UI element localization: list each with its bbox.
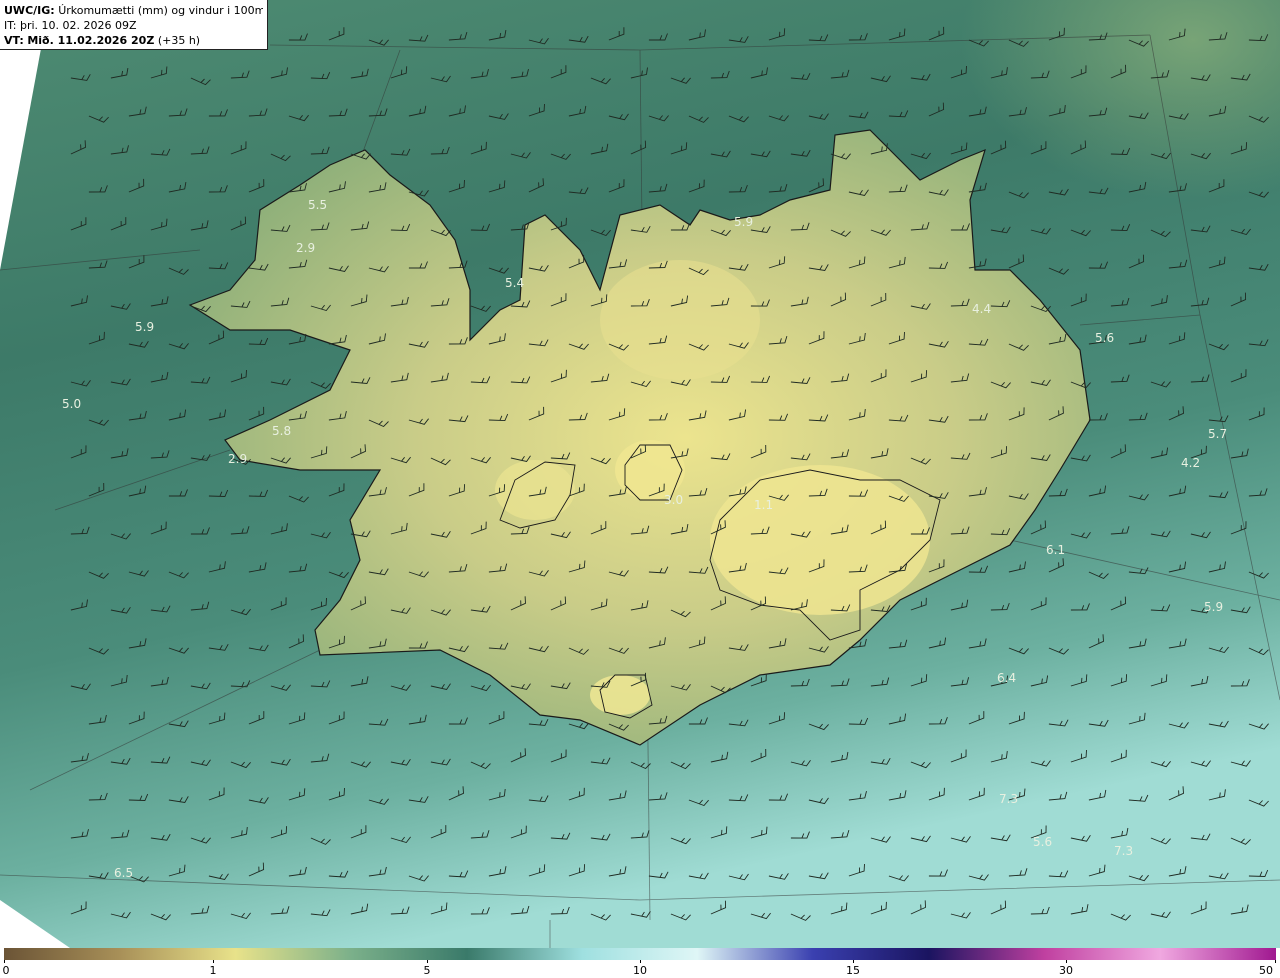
tick-mark [640,960,641,963]
map-label: 5.9 [734,215,753,229]
map-label: 5.9 [135,320,154,334]
langjokull [495,460,575,520]
map-label: 5.4 [505,276,524,290]
map-label: 5.0 [62,397,81,411]
map-label: 2.9 [296,241,315,255]
map-label: 5.7 [1208,427,1227,441]
map-label: 5.6 [1033,835,1052,849]
vt-lead: (+35 h) [157,34,201,47]
valid-time-line: VT: Mið. 11.02.2026 20Z (+35 h) [4,33,263,48]
tick-label-30: 30 [1059,964,1073,977]
map-label: 4.2 [1181,456,1200,470]
init-time-line: IT: þri. 10. 02. 2026 09Z [4,18,263,33]
map-label: 4.4 [972,302,991,316]
colorbar-strip [4,948,1276,960]
tick-mark [213,960,214,963]
tick-label-5: 5 [423,964,431,977]
tick-mark [853,960,854,963]
tick-label-15: 15 [846,964,860,977]
map-title: Úrkomumætti (mm) og vindur i 100m hæð [58,4,263,17]
title-line: UWC/IG: Úrkomumætti (mm) og vindur i 100… [4,3,263,18]
map-label: 5.6 [1095,331,1114,345]
map-label: 6.4 [997,671,1016,685]
map-label: 3.0 [664,493,683,507]
map-info-box: UWC/IG: Úrkomumætti (mm) og vindur i 100… [0,0,268,50]
vt-label: VT: [4,34,24,47]
tick-label-1: 1 [209,964,217,977]
tick-mark [1066,960,1067,963]
map-label: 6.1 [1046,543,1065,557]
map-label: 1.1 [754,498,773,512]
map-label: 6.5 [114,866,133,880]
tick-label-50: 50 [1259,964,1273,977]
map-label: 5.9 [1204,600,1223,614]
tick-label-0: 0 [2,964,10,977]
precipitation-wind-map: 5.5 2.9 5.9 5.0 5.8 2.9 5.4 5.9 4.4 5.6 … [0,0,1280,948]
map-label: 7.3 [1114,844,1133,858]
map-label: 5.5 [308,198,327,212]
model-name: UWC/IG: [4,4,55,17]
map-label: 2.9 [228,452,247,466]
north-highlands [600,260,760,380]
tick-label-10: 10 [633,964,647,977]
vt-value: Mið. 11.02.2026 20Z [27,34,155,47]
it-value: þri. 10. 02. 2026 09Z [19,19,137,32]
it-label: IT: [4,19,17,32]
colorbar: 0 1 5 10 15 30 50 [0,948,1280,978]
tick-mark [427,960,428,963]
tick-mark [4,960,5,963]
map-label: 7.3 [999,792,1018,806]
tick-mark [1275,960,1276,963]
vatnajokull [710,465,930,615]
map-label: 5.8 [272,424,291,438]
